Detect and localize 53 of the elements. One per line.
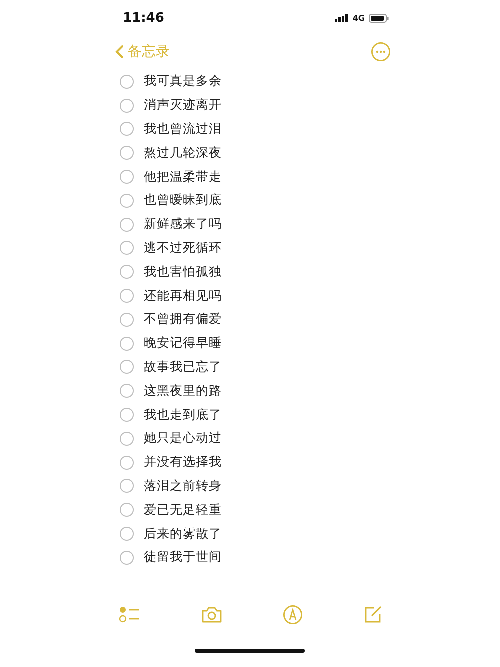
checkbox[interactable] xyxy=(120,289,134,304)
camera-icon[interactable] xyxy=(201,606,223,624)
checkbox[interactable] xyxy=(120,241,134,256)
status-time: 11:46 xyxy=(123,10,164,26)
checklist-item-text: 也曾暧昧到底 xyxy=(144,192,222,210)
checklist-item-text: 不曾拥有偏爱 xyxy=(144,311,222,328)
checklist-item-text: 新鲜感来了吗 xyxy=(144,216,222,234)
pen-icon[interactable] xyxy=(283,605,303,625)
checklist-item-text: 爱已无足轻重 xyxy=(144,502,222,519)
checklist-item-text: 我也走到底了 xyxy=(144,406,222,424)
checklist-item-text: 后来的雾散了 xyxy=(144,526,222,543)
checklist-item-text: 我也害怕孤独 xyxy=(144,264,222,281)
checkbox[interactable] xyxy=(120,527,134,542)
checkbox[interactable] xyxy=(120,312,134,327)
compose-icon[interactable] xyxy=(363,605,383,625)
checklist-item-text: 故事我已忘了 xyxy=(144,358,222,376)
checklist-item-text: 消声灭迹离开 xyxy=(144,97,222,114)
checklist-item-text: 徒留我于世间 xyxy=(144,549,222,566)
signal-icon xyxy=(334,14,349,22)
checklist-icon[interactable] xyxy=(119,605,141,625)
checkbox[interactable] xyxy=(120,360,134,374)
chevron-left-icon xyxy=(115,45,124,59)
battery-icon xyxy=(369,14,389,22)
checklist-item-text: 她只是心动过 xyxy=(144,430,222,448)
checkbox[interactable] xyxy=(120,456,134,470)
checkbox[interactable] xyxy=(120,74,134,89)
back-button[interactable]: 备忘录 xyxy=(115,43,170,61)
network-label: 4G xyxy=(352,14,365,22)
checkbox[interactable] xyxy=(120,336,134,351)
checkbox[interactable] xyxy=(120,170,134,184)
checklist-item-text: 我可真是多余 xyxy=(144,73,222,90)
more-icon[interactable] xyxy=(371,42,391,62)
checklist-item-text: 我也曾流过泪 xyxy=(144,120,222,138)
checklist-item-text: 这黑夜里的路 xyxy=(144,382,222,400)
checkbox[interactable] xyxy=(120,384,134,398)
checklist-item-text: 并没有选择我 xyxy=(144,454,222,472)
checkbox[interactable] xyxy=(120,218,134,232)
checklist-item-text: 逃不过死循环 xyxy=(144,240,222,257)
checkbox[interactable] xyxy=(120,146,134,160)
checkbox[interactable] xyxy=(120,194,134,208)
checkbox[interactable] xyxy=(120,408,134,422)
checkbox[interactable] xyxy=(120,265,134,280)
checkbox[interactable] xyxy=(120,122,134,136)
checkbox[interactable] xyxy=(120,98,134,113)
checkbox[interactable] xyxy=(120,503,134,518)
checkbox[interactable] xyxy=(120,432,134,446)
checklist-item-text: 他把温柔带走 xyxy=(144,168,222,186)
checklist-item-text: 落泪之前转身 xyxy=(144,478,222,495)
checkbox[interactable] xyxy=(120,479,134,494)
checklist-item-text: 熬过几轮深夜 xyxy=(144,144,222,162)
checkbox[interactable] xyxy=(120,550,134,565)
checklist-item-text: 晚安记得早睡 xyxy=(144,335,222,352)
checklist-item-text: 还能再相见吗 xyxy=(144,288,222,305)
